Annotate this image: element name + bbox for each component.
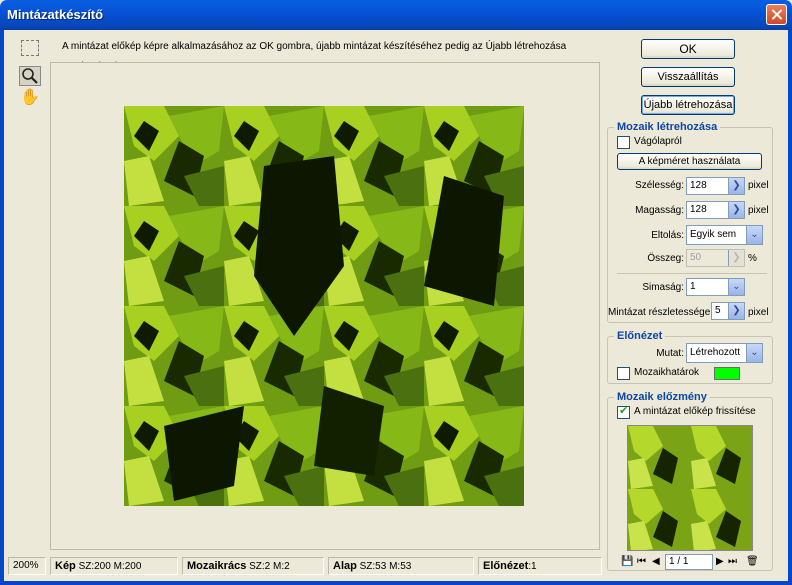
width-unit: pixel: [748, 180, 769, 191]
amount-field: 50 ❯: [686, 249, 745, 267]
tile-boundaries-label: Mozaikhatárok: [634, 367, 700, 378]
status-grid: Mozaikrács SZ:2 M:2: [182, 557, 324, 575]
status-image: Kép SZ:200 M:200: [50, 557, 178, 575]
width-arrow-icon[interactable]: ❯: [728, 178, 744, 194]
detail-unit: pixel: [748, 307, 769, 318]
status-zoom: 200%: [8, 557, 46, 575]
chevron-down-icon[interactable]: ⌄: [746, 344, 762, 362]
show-value: Létrehozott: [690, 347, 741, 358]
generate-again-button[interactable]: Újabb létrehozása: [641, 95, 735, 115]
status-image-label: Kép: [55, 560, 76, 572]
offset-value: Egyik sem: [690, 229, 737, 240]
ok-button[interactable]: OK: [641, 39, 735, 59]
status-base: Alap SZ:53 M:53: [328, 557, 474, 575]
reset-button[interactable]: Visszaállítás: [641, 67, 735, 87]
smoothness-value: 1: [690, 281, 696, 292]
width-label: Szélesség:: [635, 180, 684, 191]
tile-history-legend: Mozaik előzmény: [614, 391, 710, 403]
detail-label: Mintázat részletessége:: [608, 307, 714, 318]
status-preview: Előnézet:1: [478, 557, 602, 575]
smoothness-label: Simaság:: [642, 282, 684, 293]
window-border-left: [0, 30, 4, 585]
status-grid-label: Mozaikrács: [187, 560, 247, 572]
smoothness-select[interactable]: 1 ⌄: [686, 278, 745, 296]
height-value: 128: [690, 204, 707, 215]
instructions-text: A mintázat előkép képre alkalmazásához a…: [62, 41, 567, 72]
update-preview-checkbox[interactable]: [617, 404, 630, 419]
width-value: 128: [690, 180, 707, 191]
preview-legend: Előnézet: [614, 330, 666, 342]
offset-label: Eltolás:: [651, 230, 684, 241]
history-foliage-image: [628, 426, 752, 550]
zoom-tool-button[interactable]: [19, 66, 41, 86]
height-unit: pixel: [748, 205, 769, 216]
amount-label: Összeg:: [647, 253, 684, 264]
width-field[interactable]: 128 ❯: [686, 177, 745, 195]
amount-arrow-icon: ❯: [728, 250, 744, 266]
status-preview-value: :1: [528, 561, 537, 572]
status-base-value: SZ:53 M:53: [359, 561, 412, 572]
tile-generation-legend: Mozaik létrehozása: [614, 121, 721, 133]
status-zoom-value: 200%: [13, 560, 39, 571]
title-bar: Mintázatkészítő: [0, 0, 792, 30]
foliage-pattern: [124, 106, 524, 506]
clipboard-label: Vágólapról: [634, 136, 682, 147]
window-border-right: [788, 30, 792, 585]
hand-tool-icon[interactable]: ✋: [19, 88, 41, 108]
detail-value: 5: [715, 305, 721, 316]
status-grid-value: SZ:2 M:2: [249, 561, 290, 572]
offset-select[interactable]: Egyik sem ⌄: [686, 225, 763, 245]
height-field[interactable]: 128 ❯: [686, 201, 745, 219]
close-button[interactable]: [766, 4, 787, 25]
use-image-size-button[interactable]: A képméret használata: [617, 153, 762, 170]
tile-boundaries-checkbox[interactable]: [617, 367, 630, 380]
history-thumbnail[interactable]: [627, 425, 753, 551]
window-border-bottom: [0, 581, 792, 585]
boundary-color-swatch[interactable]: [714, 367, 740, 380]
amount-unit: %: [748, 253, 757, 264]
magnifier-icon: [22, 68, 38, 84]
status-image-value: SZ:200 M:200: [78, 561, 142, 572]
divider: [617, 273, 767, 274]
show-label: Mutat:: [656, 348, 684, 359]
marquee-tool-icon[interactable]: [21, 40, 39, 56]
status-bar: 200% Kép SZ:200 M:200 Mozaikrács SZ:2 M:…: [4, 555, 788, 581]
clipboard-checkbox[interactable]: [617, 136, 630, 149]
show-select[interactable]: Létrehozott ⌄: [686, 343, 763, 363]
chevron-down-icon[interactable]: ⌄: [746, 226, 762, 244]
chevron-down-icon[interactable]: ⌄: [728, 279, 744, 295]
window-title: Mintázatkészítő: [7, 7, 104, 22]
height-label: Magasság:: [635, 205, 684, 216]
status-preview-label: Előnézet: [483, 560, 529, 572]
height-arrow-icon[interactable]: ❯: [728, 202, 744, 218]
pattern-preview-image[interactable]: [124, 106, 524, 506]
update-preview-label: A mintázat előkép frissítése: [634, 406, 756, 417]
status-base-label: Alap: [333, 560, 357, 572]
detail-arrow-icon[interactable]: ❯: [728, 303, 744, 319]
amount-value: 50: [690, 252, 702, 263]
detail-field[interactable]: 5 ❯: [711, 302, 745, 320]
